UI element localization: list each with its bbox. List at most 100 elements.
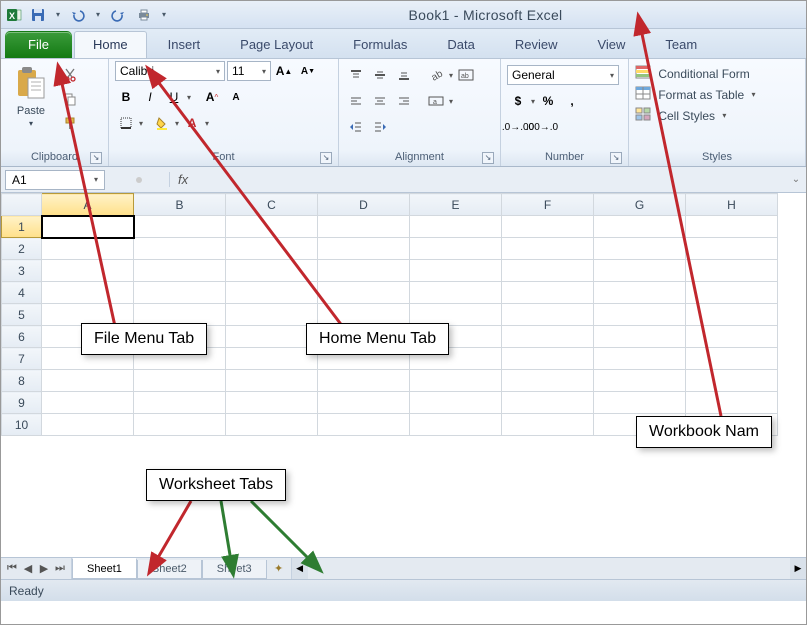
page-layout-tab[interactable]: Page Layout bbox=[221, 31, 332, 58]
column-header[interactable]: A bbox=[42, 194, 134, 216]
cell[interactable] bbox=[318, 370, 410, 392]
cell[interactable] bbox=[42, 260, 134, 282]
sheet-tab[interactable]: Sheet1 bbox=[72, 558, 137, 579]
cell[interactable] bbox=[410, 216, 502, 238]
cell[interactable] bbox=[594, 238, 686, 260]
fill-color-icon[interactable] bbox=[151, 113, 173, 133]
cell[interactable] bbox=[410, 392, 502, 414]
cell[interactable] bbox=[226, 304, 318, 326]
row-header[interactable]: 1 bbox=[2, 216, 42, 238]
font-color-icon[interactable]: A bbox=[181, 113, 203, 133]
qat-dropdown-icon[interactable]: ▾ bbox=[53, 10, 63, 19]
cell[interactable] bbox=[594, 370, 686, 392]
font-name-selector[interactable]: Calibri▾ bbox=[115, 61, 225, 81]
row-header[interactable]: 10 bbox=[2, 414, 42, 436]
merge-center-icon[interactable]: a bbox=[425, 91, 447, 111]
cell[interactable] bbox=[318, 216, 410, 238]
undo-icon[interactable] bbox=[67, 4, 89, 26]
cell[interactable] bbox=[226, 370, 318, 392]
cell[interactable] bbox=[134, 282, 226, 304]
cell[interactable] bbox=[42, 216, 134, 238]
font-size-selector[interactable]: 11▾ bbox=[227, 61, 271, 81]
bold-button[interactable]: B bbox=[115, 87, 137, 107]
border-icon[interactable] bbox=[115, 113, 137, 133]
cell[interactable] bbox=[594, 326, 686, 348]
column-header[interactable]: E bbox=[410, 194, 502, 216]
cell[interactable] bbox=[226, 260, 318, 282]
cell[interactable] bbox=[318, 238, 410, 260]
percent-icon[interactable]: % bbox=[537, 91, 559, 111]
column-header[interactable]: G bbox=[594, 194, 686, 216]
new-sheet-icon[interactable]: ✦ bbox=[267, 558, 291, 579]
cell[interactable] bbox=[502, 238, 594, 260]
comma-style-icon[interactable]: , bbox=[561, 91, 583, 111]
cell[interactable] bbox=[42, 238, 134, 260]
number-dialog-launcher-icon[interactable]: ↘ bbox=[610, 152, 622, 164]
cell[interactable] bbox=[410, 260, 502, 282]
shrink-font-icon[interactable]: A▼ bbox=[297, 61, 319, 81]
cell[interactable] bbox=[226, 348, 318, 370]
row-header[interactable]: 5 bbox=[2, 304, 42, 326]
cell[interactable] bbox=[226, 392, 318, 414]
cell[interactable] bbox=[318, 414, 410, 436]
align-right-icon[interactable] bbox=[393, 91, 415, 111]
cell[interactable] bbox=[594, 216, 686, 238]
scroll-right-icon[interactable]: ▶ bbox=[790, 558, 806, 579]
qat-customize-icon[interactable]: ▾ bbox=[159, 10, 169, 19]
cell[interactable] bbox=[502, 392, 594, 414]
cell[interactable] bbox=[226, 238, 318, 260]
cell[interactable] bbox=[594, 260, 686, 282]
cell[interactable] bbox=[594, 348, 686, 370]
cell[interactable] bbox=[226, 414, 318, 436]
print-icon[interactable] bbox=[133, 4, 155, 26]
row-header[interactable]: 2 bbox=[2, 238, 42, 260]
cell-styles-button[interactable]: Cell Styles ▾ bbox=[635, 107, 726, 124]
cell[interactable] bbox=[226, 282, 318, 304]
cell[interactable] bbox=[42, 370, 134, 392]
cell[interactable] bbox=[502, 304, 594, 326]
cell[interactable] bbox=[410, 282, 502, 304]
name-box[interactable]: A1▾ bbox=[5, 170, 105, 190]
cell[interactable] bbox=[410, 370, 502, 392]
cell[interactable] bbox=[686, 392, 778, 414]
undo-dropdown-icon[interactable]: ▾ bbox=[93, 10, 103, 19]
formula-input[interactable] bbox=[196, 171, 786, 189]
cell[interactable] bbox=[594, 282, 686, 304]
cell[interactable] bbox=[502, 282, 594, 304]
sheet-tab[interactable]: Sheet3 bbox=[202, 560, 267, 579]
cell[interactable] bbox=[686, 370, 778, 392]
grow-font-icon[interactable]: A▲ bbox=[273, 61, 295, 81]
redo-icon[interactable] bbox=[107, 4, 129, 26]
cell[interactable] bbox=[594, 304, 686, 326]
prev-sheet-icon[interactable]: ◀ bbox=[21, 562, 35, 575]
row-header[interactable]: 9 bbox=[2, 392, 42, 414]
column-header[interactable]: H bbox=[686, 194, 778, 216]
formula-bar-expand-icon[interactable] bbox=[134, 173, 144, 187]
column-header[interactable]: C bbox=[226, 194, 318, 216]
increase-indent-icon[interactable] bbox=[369, 117, 391, 137]
cell[interactable] bbox=[134, 238, 226, 260]
file-tab[interactable]: File bbox=[5, 31, 72, 58]
cut-icon[interactable] bbox=[59, 65, 81, 85]
row-header[interactable]: 8 bbox=[2, 370, 42, 392]
cell[interactable] bbox=[686, 348, 778, 370]
align-left-icon[interactable] bbox=[345, 91, 367, 111]
align-bottom-icon[interactable] bbox=[393, 65, 415, 85]
number-format-selector[interactable]: General▾ bbox=[507, 65, 619, 85]
cell[interactable] bbox=[502, 348, 594, 370]
paste-button[interactable]: Paste▾ bbox=[7, 61, 55, 129]
horizontal-scrollbar[interactable]: ◀ ▶ bbox=[291, 558, 806, 579]
decrease-indent-icon[interactable] bbox=[345, 117, 367, 137]
cell[interactable] bbox=[226, 326, 318, 348]
column-header[interactable]: F bbox=[502, 194, 594, 216]
format-as-table-button[interactable]: Format as Table ▾ bbox=[635, 86, 756, 103]
cell[interactable] bbox=[226, 216, 318, 238]
select-all-corner[interactable] bbox=[2, 194, 42, 216]
team-tab[interactable]: Team bbox=[646, 31, 716, 58]
decrease-font-icon[interactable]: A bbox=[225, 87, 247, 107]
cell[interactable] bbox=[318, 392, 410, 414]
currency-icon[interactable]: $ bbox=[507, 91, 529, 111]
fx-icon[interactable]: fx bbox=[169, 172, 196, 187]
row-header[interactable]: 3 bbox=[2, 260, 42, 282]
font-dialog-launcher-icon[interactable]: ↘ bbox=[320, 152, 332, 164]
